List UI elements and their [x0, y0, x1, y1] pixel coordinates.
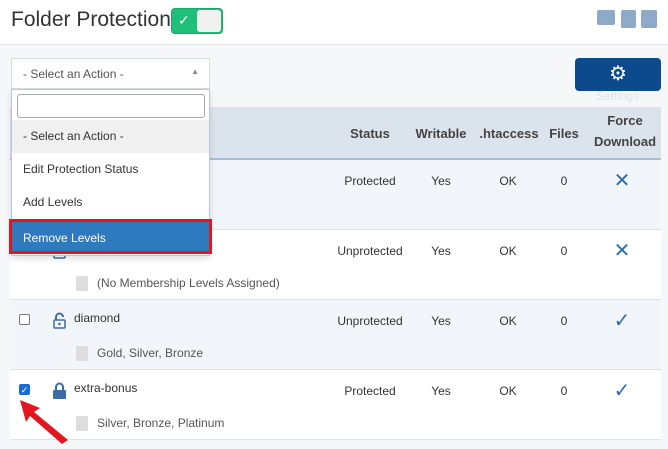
search-doc-icon[interactable] — [621, 10, 636, 28]
action-select[interactable]: - Select an Action - ▲ — [11, 58, 210, 89]
table-row: ✓ extra-bonus Silver, Bronze, Platinum P… — [10, 370, 661, 440]
col-download: Download — [593, 134, 657, 149]
video-icon[interactable] — [597, 10, 615, 25]
annotation-arrow-icon — [20, 400, 68, 444]
htaccess-cell: OK — [499, 384, 517, 398]
folder-name[interactable]: diamond — [74, 311, 120, 325]
action-dropdown: - Select an Action - Edit Protection Sta… — [9, 89, 212, 256]
dropdown-search-input[interactable] — [17, 94, 205, 118]
col-force[interactable]: Force — [592, 113, 658, 128]
page-header: Folder Protection ✓ — [0, 0, 668, 45]
option-remove-levels[interactable]: Remove Levels — [9, 219, 212, 254]
status-cell[interactable]: Protected — [330, 174, 410, 188]
files-cell: 0 — [560, 384, 568, 398]
page-title: Folder Protection — [11, 8, 171, 31]
check-icon[interactable]: ✓ — [610, 308, 634, 333]
status-cell[interactable]: Protected — [330, 384, 410, 398]
check-icon: ✓ — [178, 12, 190, 28]
document-icon — [76, 276, 88, 291]
col-files[interactable]: Files — [544, 126, 584, 141]
row-checkbox[interactable]: ✓ — [19, 384, 30, 395]
unlock-icon — [53, 312, 66, 329]
toggle-knob — [197, 10, 221, 32]
files-cell: 0 — [560, 174, 568, 188]
x-icon[interactable]: ✕ — [610, 238, 634, 263]
check-icon[interactable]: ✓ — [610, 378, 634, 403]
action-select-value: - Select an Action - — [23, 67, 124, 81]
membership-levels: (No Membership Levels Assigned) — [97, 276, 280, 290]
files-cell: 0 — [560, 314, 568, 328]
document-icon — [76, 416, 88, 431]
option-select-action[interactable]: - Select an Action - — [12, 120, 209, 153]
folder-name[interactable]: extra-bonus — [74, 381, 137, 395]
htaccess-cell: OK — [499, 314, 517, 328]
option-edit-protection-status[interactable]: Edit Protection Status — [12, 153, 209, 186]
lock-icon — [53, 382, 66, 399]
col-status[interactable]: Status — [345, 126, 395, 141]
htaccess-cell: OK — [499, 174, 517, 188]
writable-cell: Yes — [431, 244, 451, 258]
option-add-levels[interactable]: Add Levels — [12, 186, 209, 219]
status-cell[interactable]: Unprotected — [330, 314, 410, 328]
writable-cell: Yes — [431, 384, 451, 398]
document-icon — [76, 346, 88, 361]
x-icon[interactable]: ✕ — [610, 168, 634, 193]
writable-cell: Yes — [431, 314, 451, 328]
gear-icon: ⚙ — [609, 63, 627, 85]
col-writable[interactable]: Writable — [411, 126, 471, 141]
caret-up-icon: ▲ — [191, 67, 199, 76]
settings-button[interactable]: ⚙ — [575, 58, 661, 91]
col-htaccess[interactable]: .htaccess — [478, 126, 540, 141]
status-cell[interactable]: Unprotected — [330, 244, 410, 258]
htaccess-cell: OK — [499, 244, 517, 258]
membership-levels: Silver, Bronze, Platinum — [97, 416, 225, 430]
writable-cell: Yes — [431, 174, 451, 188]
user-icon[interactable] — [641, 10, 657, 28]
files-cell: 0 — [560, 244, 568, 258]
settings-label: Settings — [596, 89, 640, 103]
table-row: diamond Gold, Silver, Bronze Unprotected… — [10, 300, 661, 370]
protection-toggle[interactable]: ✓ — [171, 8, 223, 34]
row-checkbox[interactable] — [19, 314, 30, 325]
membership-levels: Gold, Silver, Bronze — [97, 346, 204, 360]
